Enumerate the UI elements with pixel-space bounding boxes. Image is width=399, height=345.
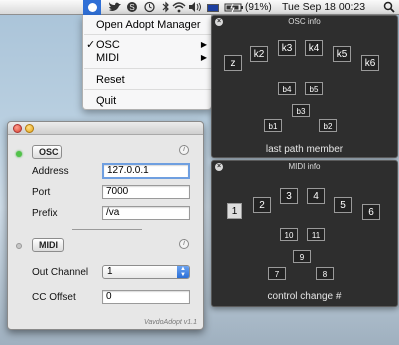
time-machine-icon[interactable] [143, 0, 156, 15]
prefix-label: Prefix [32, 208, 58, 219]
version-label: VavdoAdopt v1.1 [143, 319, 197, 326]
osc-box-k5: k5 [333, 46, 351, 62]
osc-status-led [16, 151, 22, 157]
wifi-icon[interactable] [172, 0, 186, 15]
out-channel-value: 1 [107, 266, 113, 277]
midi-box-10: 10 [280, 228, 298, 241]
spotlight-icon[interactable] [383, 0, 395, 15]
osc-box-b2: b2 [319, 119, 337, 132]
prefix-field[interactable]: /va [102, 206, 190, 220]
window-titlebar[interactable] [8, 122, 203, 135]
submenu-arrow-icon: ▶ [200, 40, 207, 49]
midi-toggle-button[interactable]: MIDI [32, 238, 64, 252]
midi-box-7: 7 [268, 267, 286, 280]
osc-box-b3: b3 [292, 104, 310, 117]
osc-box-k3: k3 [278, 40, 296, 56]
port-label: Port [32, 187, 51, 198]
submenu-arrow-icon: ▶ [200, 53, 207, 62]
midi-box-2: 2 [253, 197, 271, 213]
midi-box-11: 11 [307, 228, 325, 241]
menu-item-midi[interactable]: MIDI ▶ [83, 51, 213, 65]
port-field[interactable]: 7000 [102, 185, 190, 199]
midi-info-icon[interactable]: i [179, 239, 189, 249]
cc-offset-field[interactable]: 0 [102, 290, 190, 304]
battery-icon[interactable] [224, 0, 244, 15]
skype-icon[interactable]: S [126, 0, 138, 15]
checkmark-icon: ✓ [86, 39, 96, 51]
midi-box-1: 1 [227, 203, 242, 219]
menu-item-open-adopt-manager[interactable]: Open Adopt Manager [83, 18, 213, 32]
select-arrows-icon: ▲ ▼ [177, 266, 189, 278]
menu-item-label: Quit [96, 95, 117, 107]
bluetooth-icon[interactable] [162, 0, 170, 15]
window-close-button[interactable] [13, 124, 22, 133]
svg-text:S: S [129, 3, 134, 12]
panel-footer: control change # [267, 291, 342, 302]
osc-info-panel: × OSC info z k2 k3 k4 k5 k6 b4 b5 b3 b1 … [211, 15, 398, 158]
menu-separator [84, 68, 211, 69]
midi-status-led [16, 243, 22, 249]
midi-box-5: 5 [334, 197, 352, 213]
address-label: Address [32, 166, 69, 177]
osc-box-k2: k2 [250, 46, 268, 62]
section-divider [72, 229, 142, 230]
panel-footer: last path member [265, 144, 344, 155]
midi-box-8: 8 [316, 267, 334, 280]
osc-info-icon[interactable]: i [179, 145, 189, 155]
menu-item-label: OSC [96, 39, 120, 51]
osc-box-z: z [224, 55, 242, 71]
menu-item-label: MIDI [96, 52, 120, 64]
adopt-window: OSC i Address 127.0.0.1 Port 7000 Prefix… [7, 121, 204, 330]
panel-title: MIDI info [288, 162, 321, 171]
status-menu: Open Adopt Manager ✓ OSC ▶ MIDI ▶ Reset … [82, 15, 212, 110]
menu-item-label: Open Adopt Manager [96, 19, 201, 31]
menu-item-label: Reset [96, 74, 125, 86]
menu-bar: S (91%) Tue Sep 18 00:23 [0, 0, 399, 15]
midi-box-9: 9 [293, 250, 311, 263]
osc-box-k4: k4 [305, 40, 323, 56]
window-minimize-button[interactable] [25, 124, 34, 133]
volume-icon[interactable] [188, 0, 203, 15]
flag-icon[interactable] [207, 4, 219, 12]
osc-toggle-button[interactable]: OSC [32, 145, 62, 159]
midi-info-panel: × MIDI info 1 2 3 4 5 6 10 11 9 7 8 cont… [211, 160, 398, 307]
osc-box-b1: b1 [264, 119, 282, 132]
midi-box-6: 6 [362, 204, 380, 220]
menu-item-osc[interactable]: ✓ OSC ▶ [83, 38, 213, 52]
menu-separator [84, 89, 211, 90]
midi-box-4: 4 [307, 188, 325, 204]
adopt-status-icon[interactable] [83, 0, 101, 15]
twitter-bird-icon[interactable] [108, 0, 122, 15]
battery-percentage[interactable]: (91%) [245, 0, 272, 15]
osc-box-b5: b5 [305, 82, 323, 95]
out-channel-select[interactable]: 1 ▲ ▼ [102, 265, 190, 279]
osc-box-b4: b4 [278, 82, 296, 95]
cc-offset-label: CC Offset [32, 292, 76, 303]
menu-separator [84, 34, 211, 35]
menubar-clock[interactable]: Tue Sep 18 00:23 [282, 0, 365, 15]
menu-item-reset[interactable]: Reset [83, 73, 213, 87]
menu-item-quit[interactable]: Quit [83, 94, 213, 108]
panel-title: OSC info [288, 17, 321, 26]
out-channel-label: Out Channel [32, 267, 89, 278]
address-field[interactable]: 127.0.0.1 [102, 163, 190, 179]
midi-box-3: 3 [280, 188, 298, 204]
osc-box-k6: k6 [361, 55, 379, 71]
